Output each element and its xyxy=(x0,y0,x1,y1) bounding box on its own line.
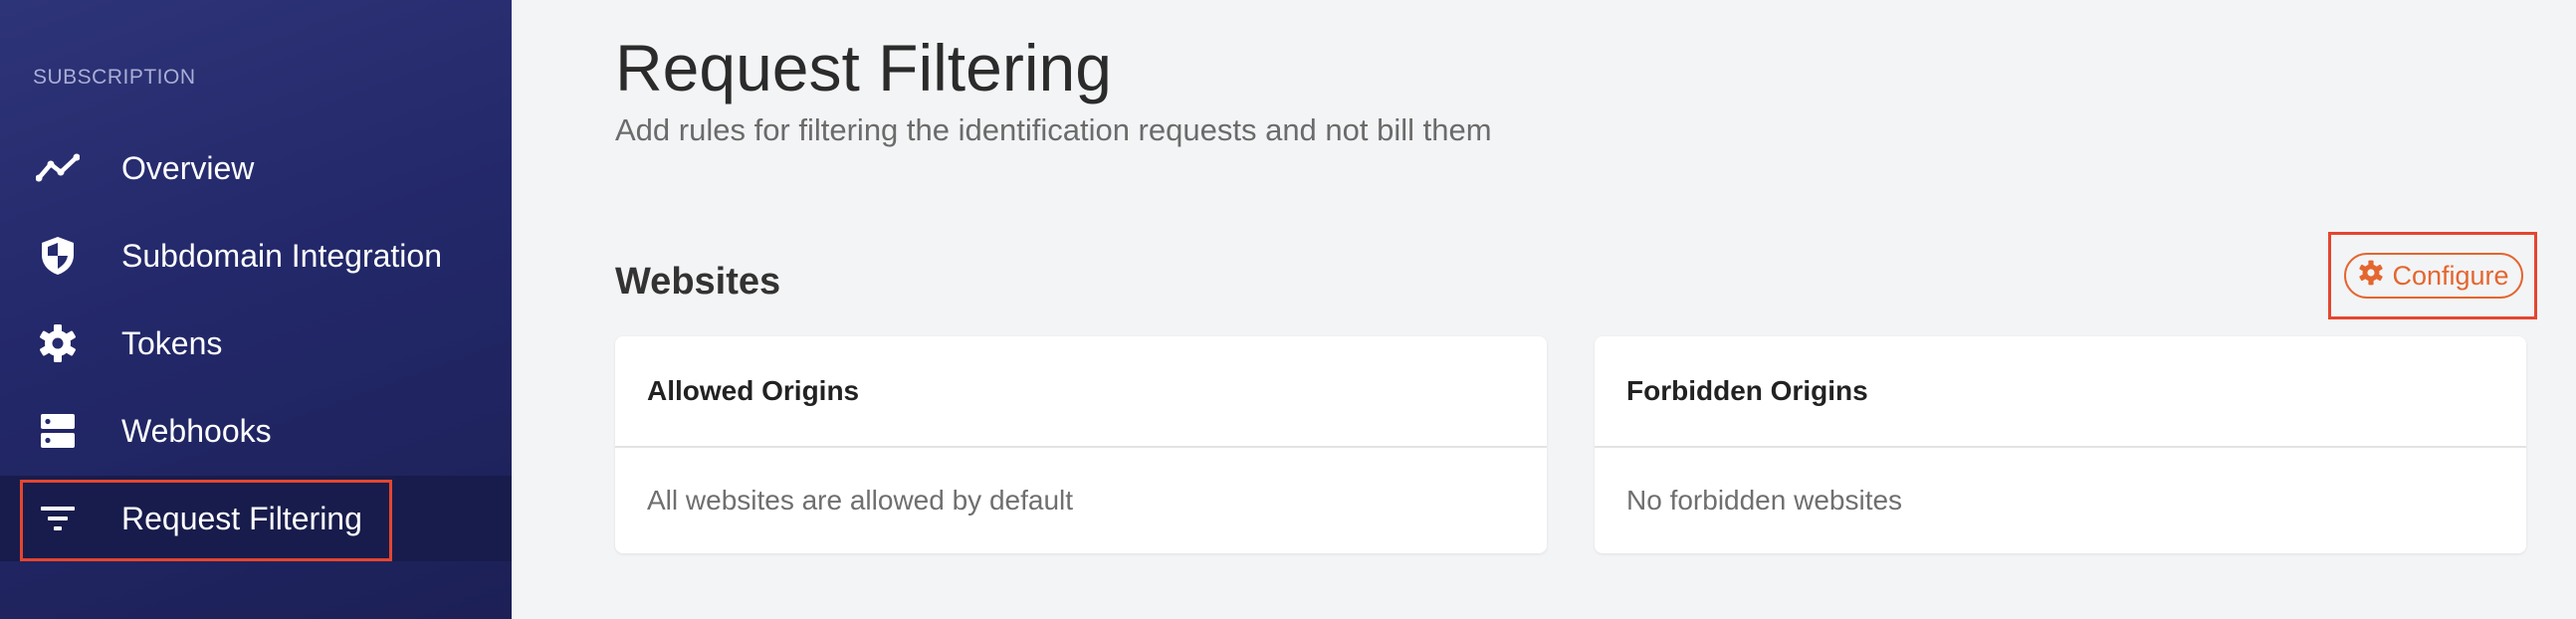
page-title: Request Filtering xyxy=(615,31,1112,104)
server-icon xyxy=(36,409,80,453)
card-title: Forbidden Origins xyxy=(1595,336,2526,448)
sidebar-item-tokens[interactable]: Tokens xyxy=(0,301,512,386)
gear-icon xyxy=(36,321,80,365)
sidebar-item-label: Overview xyxy=(121,149,255,186)
main-content: Request Filtering Add rules for filterin… xyxy=(512,0,2576,619)
sidebar-item-label: Webhooks xyxy=(121,412,272,449)
sidebar-item-overview[interactable]: Overview xyxy=(0,125,512,211)
section-title-websites: Websites xyxy=(615,261,781,303)
chart-line-icon xyxy=(36,146,80,190)
shield-icon xyxy=(36,234,80,278)
card-body: No forbidden websites xyxy=(1626,485,1903,516)
card-title: Allowed Origins xyxy=(615,336,1547,448)
page-subtitle: Add rules for filtering the identificati… xyxy=(615,112,1492,147)
sidebar-item-subdomain-integration[interactable]: Subdomain Integration xyxy=(0,213,512,299)
highlight-annotation xyxy=(20,480,392,561)
sidebar-item-label: Tokens xyxy=(121,324,223,361)
sidebar-item-label: Subdomain Integration xyxy=(121,237,442,274)
highlight-annotation xyxy=(2328,232,2537,319)
card-body: All websites are allowed by default xyxy=(647,485,1074,516)
sidebar: SUBSCRIPTION Overview Subdomain Integrat… xyxy=(0,0,512,619)
allowed-origins-card: Allowed Origins All websites are allowed… xyxy=(615,336,1547,553)
sidebar-section-label: SUBSCRIPTION xyxy=(33,66,196,89)
forbidden-origins-card: Forbidden Origins No forbidden websites xyxy=(1595,336,2526,553)
sidebar-item-webhooks[interactable]: Webhooks xyxy=(0,388,512,474)
